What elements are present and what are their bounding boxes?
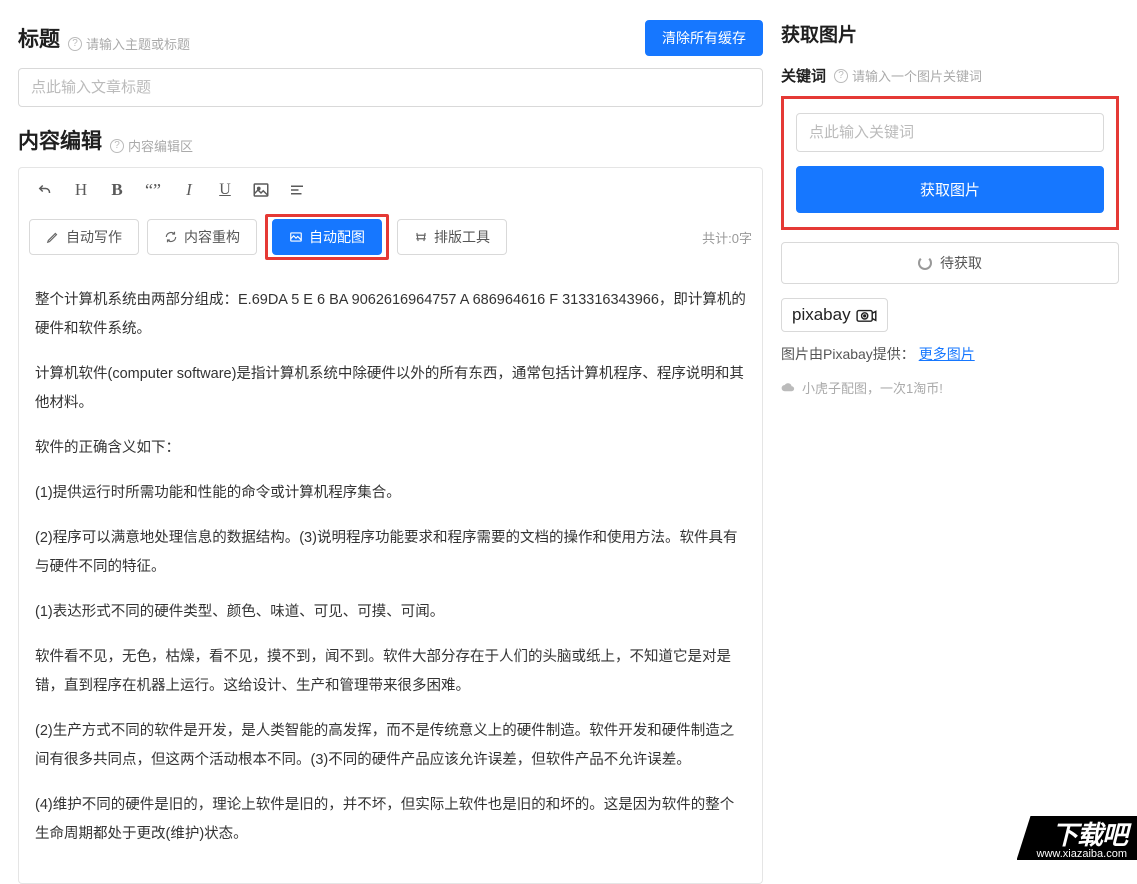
editor-toolbar: H B “” I U 自动写作 内容重构 (18, 167, 763, 268)
image-panel-title: 获取图片 (781, 20, 1119, 47)
footer-note: 小虎子配图，一次1淘币! (781, 378, 1119, 397)
pending-label: 待获取 (940, 253, 982, 273)
paragraph: 软件的正确含义如下： (35, 434, 746, 463)
watermark: 下载吧 www.xiazaiba.com (1017, 816, 1137, 860)
auto-image-highlight: 自动配图 (265, 214, 389, 260)
title-hint: ? 请输入主题或标题 (68, 34, 190, 53)
content-header-left: 内容编辑 ? 内容编辑区 (18, 125, 193, 155)
info-icon: ? (110, 139, 124, 153)
italic-icon[interactable]: I (173, 176, 205, 204)
provided-text: 图片由Pixabay提供： (781, 346, 915, 362)
cloud-icon (781, 380, 796, 395)
paragraph: (2)生产方式不同的软件是开发，是人类智能的高发挥，而不是传统意义上的硬件制造。… (35, 717, 746, 775)
paragraph: (1)表达形式不同的硬件类型、颜色、味道、可见、可摸、可闻。 (35, 598, 746, 627)
image-match-icon (289, 230, 303, 244)
keyword-row: 关键词 ? 请输入一个图片关键词 (781, 65, 1119, 86)
title-label: 标题 (18, 23, 60, 53)
content-hint: ? 内容编辑区 (110, 136, 193, 155)
auto-write-label: 自动写作 (66, 227, 122, 247)
article-title-input[interactable] (18, 68, 763, 107)
content-hint-text: 内容编辑区 (128, 136, 193, 155)
keyword-hint: ? 请输入一个图片关键词 (834, 66, 982, 85)
title-header-left: 标题 ? 请输入主题或标题 (18, 23, 190, 53)
clear-cache-button[interactable]: 清除所有缓存 (645, 20, 763, 56)
paragraph: 整个计算机系统由两部分组成：E.69DA 5 E 6 BA 9062616964… (35, 286, 746, 344)
paragraph: (4)维护不同的硬件是旧的，理论上软件是旧的，并不坏，但实际上软件也是旧的和坏的… (35, 791, 746, 849)
restructure-button[interactable]: 内容重构 (147, 219, 257, 255)
auto-image-button[interactable]: 自动配图 (272, 219, 382, 255)
format-toolbar-row: H B “” I U (29, 176, 752, 204)
watermark-big: 下载吧 (1037, 822, 1127, 848)
underline-icon[interactable]: U (209, 176, 241, 204)
main-column: 标题 ? 请输入主题或标题 清除所有缓存 内容编辑 ? 内容编辑区 H B “”… (0, 0, 781, 860)
undo-icon[interactable] (29, 176, 61, 204)
provided-by: 图片由Pixabay提供： 更多图片 (781, 344, 1119, 364)
keyword-label: 关键词 (781, 65, 826, 86)
keyword-input[interactable] (796, 113, 1104, 152)
title-hint-text: 请输入主题或标题 (86, 34, 190, 53)
content-label: 内容编辑 (18, 125, 102, 155)
fetch-image-button[interactable]: 获取图片 (796, 166, 1104, 213)
layout-icon (414, 230, 428, 244)
restructure-label: 内容重构 (184, 227, 240, 247)
keyword-highlight-box: 获取图片 (781, 96, 1119, 230)
quote-icon[interactable]: “” (137, 176, 169, 204)
align-icon[interactable] (281, 176, 313, 204)
camera-icon (855, 307, 877, 323)
bold-icon[interactable]: B (101, 176, 133, 204)
footer-note-text: 小虎子配图，一次1淘币! (802, 378, 943, 397)
word-count: 共计:0字 (702, 228, 752, 247)
content-section-header: 内容编辑 ? 内容编辑区 (18, 125, 763, 155)
more-images-link[interactable]: 更多图片 (919, 346, 975, 362)
action-toolbar-row: 自动写作 内容重构 自动配图 排版工具 共计:0字 (29, 214, 752, 260)
editor-body[interactable]: 整个计算机系统由两部分组成：E.69DA 5 E 6 BA 9062616964… (18, 268, 763, 884)
paragraph: (2)程序可以满意地处理信息的数据结构。(3)说明程序功能要求和程序需要的文档的… (35, 524, 746, 582)
layout-tool-button[interactable]: 排版工具 (397, 219, 507, 255)
image-panel: 获取图片 关键词 ? 请输入一个图片关键词 获取图片 待获取 pixabay 图… (781, 0, 1137, 860)
title-section-header: 标题 ? 请输入主题或标题 清除所有缓存 (18, 20, 763, 56)
pixabay-logo: pixabay (781, 298, 888, 332)
paragraph: 软件看不见，无色，枯燥，看不见，摸不到，闻不到。软件大部分存在于人们的头脑或纸上… (35, 643, 746, 701)
pending-status: 待获取 (781, 242, 1119, 284)
info-icon: ? (834, 69, 848, 83)
heading-icon[interactable]: H (65, 176, 97, 204)
paragraph: 计算机软件(computer software)是指计算机系统中除硬件以外的所有… (35, 360, 746, 418)
spinner-icon (918, 256, 932, 270)
refresh-icon (164, 230, 178, 244)
auto-write-button[interactable]: 自动写作 (29, 219, 139, 255)
pencil-icon (46, 230, 60, 244)
watermark-small: www.xiazaiba.com (1037, 848, 1127, 860)
info-icon: ? (68, 37, 82, 51)
keyword-hint-text: 请输入一个图片关键词 (852, 66, 982, 85)
paragraph: (1)提供运行时所需功能和性能的命令或计算机程序集合。 (35, 479, 746, 508)
image-icon[interactable] (245, 176, 277, 204)
auto-image-label: 自动配图 (309, 227, 365, 247)
layout-tool-label: 排版工具 (434, 227, 490, 247)
pixabay-text: pixabay (792, 305, 851, 325)
